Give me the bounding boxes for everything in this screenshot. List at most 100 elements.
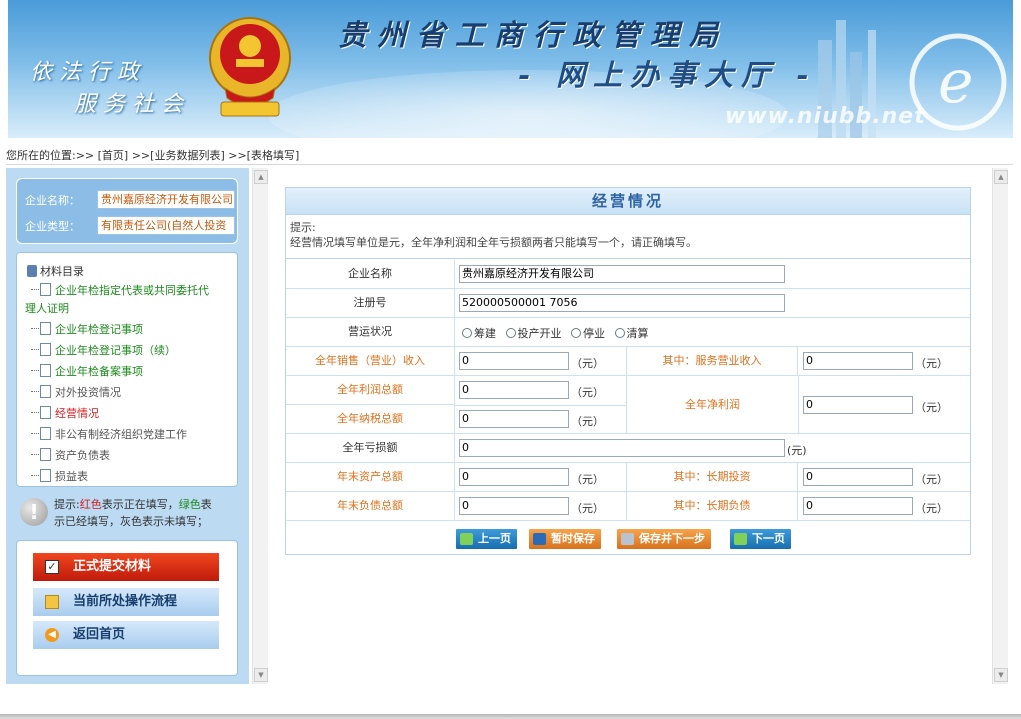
radio-liquidation[interactable]: 清算 [614,327,649,340]
operations-form: 经营情况 提示: 经营情况填写单位是元，全年净利润和全年亏损额两者只能填写一个，… [285,187,971,555]
divider [6,164,1013,165]
radio-label: 筹建 [474,327,496,340]
row-assets: 年末资产总额 0 （元） 其中：长期投资 0 （元） [286,463,970,492]
emblem-icon [209,17,291,117]
scroll-up-icon[interactable]: ▲ [994,170,1008,184]
sales-label: 全年销售（营业）收入 [286,347,455,375]
save-next-button[interactable]: 保存并下一步 [617,529,711,549]
radio-label: 停业 [583,327,605,340]
long-invest-label: 其中：长期投资 [626,463,798,491]
menu-item-label: 经营情况 [55,407,99,420]
left-scrollbar[interactable]: ▲ ▼ [252,168,268,684]
company-name-label: 企业名称 [286,260,455,288]
menu-item-label: 理人证明 [25,302,69,315]
row-liabilities: 年末负债总额 0 （元） 其中：长期负债 0 （元） [286,492,970,521]
hint-title: 提示: [290,221,316,234]
return-home-button[interactable]: ◀ 返回首页 [33,621,219,649]
company-name-input[interactable]: 贵州嘉原经济开发有限公司 [459,265,785,283]
unit-label: （元） [571,502,604,515]
tax-total-input[interactable]: 0 [459,410,569,428]
menu-item-investment[interactable]: 对外投资情况 [31,385,121,401]
hint-text: 经营情况填写单位是元，全年净利润和全年亏损额两者只能填写一个，请正确填写。 [290,236,697,249]
menu-item-delegate-cont[interactable]: 理人证明 [25,301,69,317]
tip-green: 绿色 [178,498,201,511]
slogan-line-2: 服务社会 [74,92,191,117]
menu-item-operations[interactable]: 经营情况 [31,406,99,422]
menu-item-party-building[interactable]: 非公有制经济组织党建工作 [31,427,187,443]
prev-page-button[interactable]: 上一页 [456,529,517,549]
menu-root-label: 材料目录 [40,265,84,278]
site-watermark: www.niubb.net [725,104,926,129]
document-icon [31,448,51,461]
temp-save-button[interactable]: 暂时保存 [529,529,601,549]
menu-item-balance-sheet[interactable]: 资产负债表 [31,448,110,464]
long-liab-input[interactable]: 0 [803,497,913,515]
document-icon [31,427,51,440]
loss-label: 全年亏损额 [286,434,455,462]
radio-preparing[interactable]: 筹建 [462,327,496,340]
service-income-label: 其中：服务营业收入 [626,347,798,375]
scroll-down-icon[interactable]: ▼ [994,668,1008,682]
tip-prefix: 提示: [54,498,80,511]
tip-red: 红色 [79,498,102,511]
assets-label: 年末资产总额 [286,463,455,491]
tip-mid: 表示正在填写， [101,498,179,511]
company-info-box: 企业名称： 贵州嘉原经济开发有限公司 企业类型： 有限责任公司(自然人投资 [16,178,238,244]
liabilities-label: 年末负债总额 [286,492,455,520]
prev-label: 上一页 [478,532,511,545]
row-loss: 全年亏损额 0 (元) [286,434,970,463]
checkbox-icon: ✓ [45,560,59,574]
menu-item-label: 企业年检指定代表或共同委托代 [55,284,209,297]
exclamation-icon: ! [20,498,48,526]
breadcrumb[interactable]: 您所在的位置:>> [首页] >>[业务数据列表] >>[表格填写] [6,147,299,163]
radio-label: 清算 [626,327,649,340]
loss-input[interactable]: 0 [459,439,785,457]
next-page-button[interactable]: 下一页 [730,529,791,549]
document-icon [31,385,51,398]
assets-input[interactable]: 0 [459,468,569,486]
menu-item-label: 非公有制经济组织党建工作 [55,428,187,441]
svg-text:e: e [938,47,974,117]
submit-label: 正式提交材料 [73,559,152,574]
menu-item-delegate[interactable]: 企业年检指定代表或共同委托代 [31,283,209,299]
document-icon [31,469,51,482]
sales-input[interactable]: 0 [459,352,569,370]
agency-title: 贵州省工商行政管理局 [338,18,729,52]
scroll-down-icon[interactable]: ▼ [254,668,268,682]
row-company-name: 企业名称 贵州嘉原经济开发有限公司 [286,260,970,289]
service-income-input[interactable]: 0 [803,352,913,370]
status-label: 营运状况 [286,318,455,346]
flow-label: 当前所处操作流程 [73,594,178,609]
scroll-up-icon[interactable]: ▲ [254,170,268,184]
document-icon [31,322,51,335]
main-scrollbar[interactable]: ▲ ▼ [992,168,1008,684]
liabilities-input[interactable]: 0 [459,497,569,515]
save-icon [533,533,546,545]
radio-suspended[interactable]: 停业 [571,327,605,340]
unit-label: （元） [915,401,948,414]
menu-item-registration-cont[interactable]: 企业年检登记事项（续） [31,343,176,359]
unit-label: （元） [915,357,948,370]
process-flow-button[interactable]: 当前所处操作流程 [33,588,219,616]
menu-item-filing[interactable]: 企业年检备案事项 [31,364,143,380]
long-invest-input[interactable]: 0 [803,468,913,486]
unit-label: （元） [571,357,604,370]
radio-label: 投产开业 [517,327,562,340]
tip-tail-2: 示已经填写，灰色表示未填写； [54,515,208,528]
menu-root: 材料目录 [27,263,84,279]
menu-item-registration[interactable]: 企业年检登记事项 [31,322,143,338]
menu-item-income-statement[interactable]: 损益表 [31,469,88,485]
hall-title: - 网上办事大厅 - [518,58,817,92]
save-next-icon [621,533,634,545]
document-icon [31,283,51,296]
reg-no-input[interactable]: 520000500001 7056 [459,294,785,312]
row-sales: 全年销售（营业）收入 0 （元） 其中：服务营业收入 0 （元） [286,347,970,376]
net-profit-input[interactable]: 0 [803,396,913,414]
submit-materials-button[interactable]: ✓ 正式提交材料 [33,553,219,581]
profit-total-input[interactable]: 0 [459,381,569,399]
unit-label: （元） [915,473,948,486]
radio-operating[interactable]: 投产开业 [505,327,562,340]
company-name-label: 企业名称： [25,194,80,207]
flow-chart-icon [45,595,59,609]
form-hint: 提示: 经营情况填写单位是元，全年净利润和全年亏损额两者只能填写一个，请正确填写… [286,215,970,259]
